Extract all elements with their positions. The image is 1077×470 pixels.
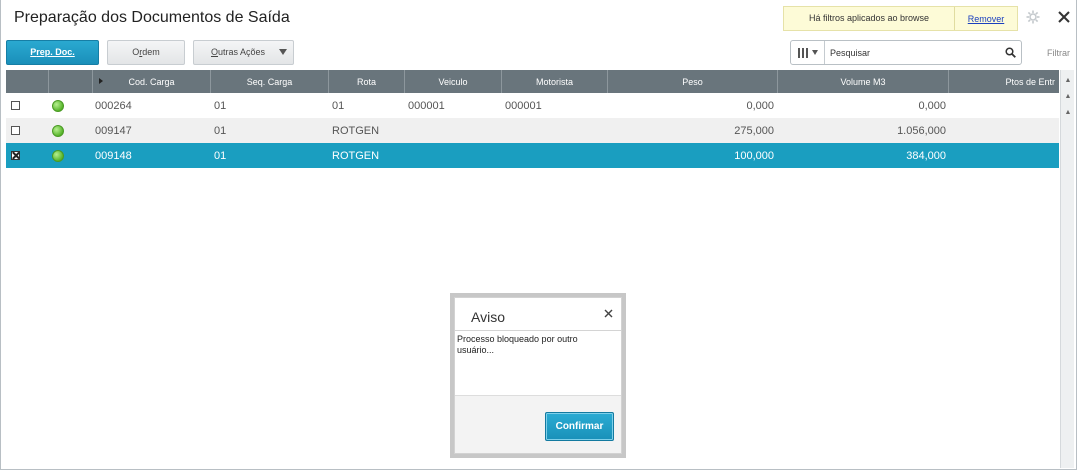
row-checkbox-checked[interactable] [11,151,20,160]
cell-cod-carga: 000264 [95,99,132,112]
header-motorista[interactable]: Motorista [502,70,608,93]
cell-veiculo: 000001 [408,99,445,112]
filter-notice-banner: Há filtros aplicados ao browse Remover [783,6,1018,31]
header-peso[interactable]: Peso [608,70,778,93]
confirm-button[interactable]: Confirmar [545,412,614,441]
status-led-icon [52,149,64,162]
cell-cod-carga: 009148 [95,149,132,162]
prep-doc-label: rep. Doc. [36,47,75,57]
cell-veiculo [405,143,502,168]
cell-seq-carga: 01 [214,99,227,112]
gear-icon[interactable] [1026,10,1040,24]
search-input[interactable] [825,47,999,58]
cell-rota: 01 [332,99,345,112]
ordem-label: dem [142,47,160,57]
header-volume-label: Volume M3 [840,76,886,87]
cell-volume: 1.056,000 [897,124,946,137]
outras-acoes-label: utras Ações [218,47,266,57]
header-rota-label: Rota [356,76,376,87]
dialog-title: Aviso [471,309,505,325]
cell-seq-carga: 01 [214,124,227,137]
columns-icon [797,47,808,58]
header-cod-carga-label: Cod. Carga [128,76,175,87]
cell-rota: ROTGEN [332,124,380,137]
scroll-page-up-icon[interactable]: ▲ [1063,92,1073,102]
table-row[interactable]: 009147 01 ROTGEN 275,000 1.056,000 [6,118,1059,143]
table-row-selected[interactable]: 009148 01 ROTGEN 100,000 384,000 [6,143,1059,168]
cell-rota: ROTGEN [332,149,380,162]
status-led-icon [52,124,64,137]
header-ptos-entrega[interactable]: Ptos de Entr [949,70,1059,93]
cell-motorista: 000001 [505,99,542,112]
aviso-dialog: Aviso Processo bloqueado por outro usuár… [450,293,626,458]
browse-grid: Cod. Carga Seq. Carga Rota Veiculo Motor… [6,70,1059,168]
cell-peso: 275,000 [734,124,774,137]
columns-selector-button[interactable] [791,41,825,64]
dialog-message: Processo bloqueado por outro usuário... [457,334,578,355]
dialog-divider [455,330,621,331]
remove-filters-link[interactable]: Remover [955,14,1017,24]
cell-motorista [502,118,608,143]
cell-peso: 100,000 [734,149,774,162]
vertical-scrollbar[interactable]: ▲ ▲ ▲ [1060,70,1074,468]
cell-ptos-entrega [949,143,1059,168]
table-row[interactable]: 000264 01 01 000001 000001 0,000 0,000 [6,93,1059,118]
cell-cod-carga: 009147 [95,124,132,137]
header-status-column[interactable] [49,70,93,93]
cell-volume: 0,000 [918,99,946,112]
header-volume[interactable]: Volume M3 [778,70,949,93]
header-seq-carga-label: Seq. Carga [246,76,293,87]
page-title: Preparação dos Documentos de Saída [14,9,290,26]
search-icon[interactable] [999,41,1021,64]
scroll-top-icon[interactable]: ▲ [1063,76,1073,86]
header-motorista-label: Motorista [535,76,573,87]
cell-peso: 0,000 [746,99,774,112]
cell-motorista [502,143,608,168]
close-icon[interactable] [604,306,613,321]
outras-acoes-button[interactable]: Outras Ações [193,40,294,65]
header-seq-carga[interactable]: Seq. Carga [211,70,329,93]
dialog-body: Aviso Processo bloqueado por outro usuár… [454,297,622,454]
status-led-icon [52,99,64,112]
outras-acoes-label-mnemonic: O [211,47,219,57]
row-checkbox[interactable] [11,126,20,135]
sort-indicator-icon [99,78,103,84]
app-window: Preparação dos Documentos de Saída Há fi… [0,0,1077,470]
header-veiculo[interactable]: Veiculo [405,70,502,93]
cell-volume: 384,000 [906,149,946,162]
header-veiculo-label: Veiculo [438,76,468,87]
cell-ptos-entrega [949,118,1059,143]
prep-doc-button[interactable]: Prep. Doc. [6,40,99,65]
grid-header: Cod. Carga Seq. Carga Rota Veiculo Motor… [6,70,1059,93]
close-icon[interactable] [1056,9,1072,25]
row-checkbox[interactable] [11,101,20,110]
search-box [790,40,1022,65]
header-ptos-entrega-label: Ptos de Entr [1005,76,1055,87]
dialog-footer: Confirmar [455,395,621,453]
filter-button[interactable]: Filtrar [1047,48,1070,58]
chevron-down-icon [279,49,287,55]
header-check-column[interactable] [6,70,49,93]
cell-ptos-entrega [949,93,1059,118]
chevron-down-icon [811,50,818,55]
header-cod-carga[interactable]: Cod. Carga [93,70,211,93]
cell-seq-carga: 01 [214,149,227,162]
cell-veiculo [405,118,502,143]
header-peso-label: Peso [682,76,703,87]
filter-notice-text: Há filtros aplicados ao browse [784,7,955,30]
ordem-button[interactable]: Ordem [107,40,185,65]
header-rota[interactable]: Rota [329,70,405,93]
scroll-up-icon[interactable]: ▲ [1063,108,1073,118]
